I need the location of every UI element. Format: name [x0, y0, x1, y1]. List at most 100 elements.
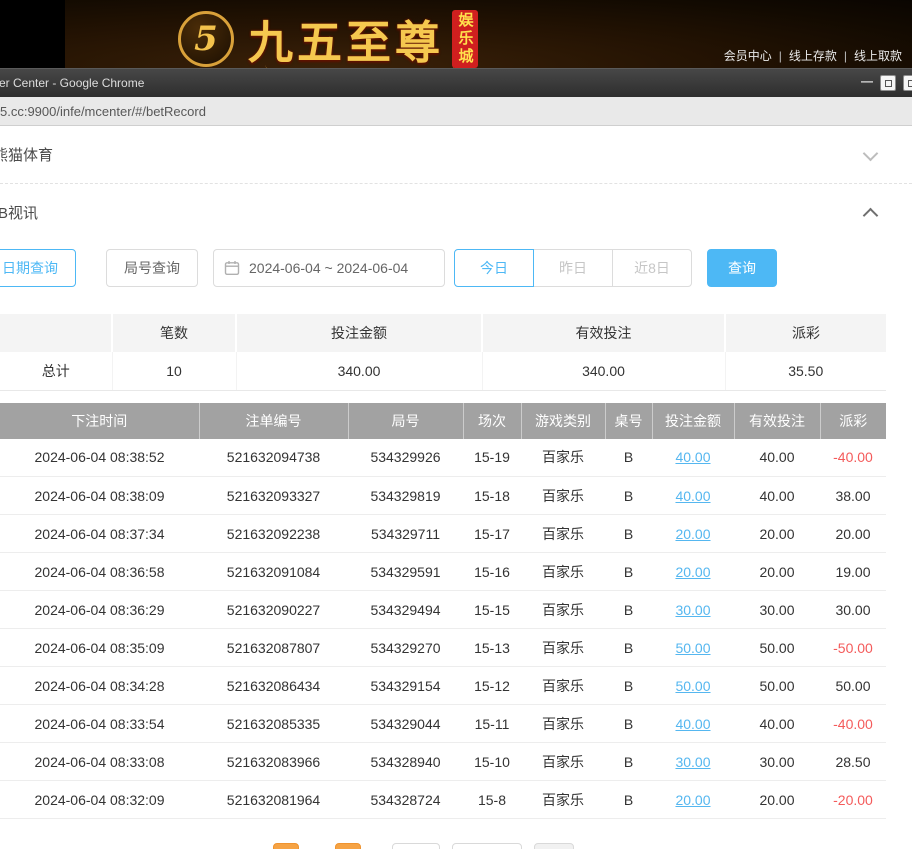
cell-order-number: 521632085335	[199, 704, 348, 743]
cell-round-number: 534329711	[348, 514, 463, 553]
bet-table-body: 2024-06-04 08:38:52 521632094738 5343299…	[0, 438, 886, 819]
bet-amount-link[interactable]: 50.00	[675, 678, 710, 694]
bet-amount-link[interactable]: 40.00	[675, 449, 710, 465]
cell-round-number: 534329926	[348, 438, 463, 477]
bet-amount-link[interactable]: 50.00	[675, 640, 710, 656]
cell-order-number: 521632090227	[199, 590, 348, 629]
date-range-picker[interactable]: 2024-06-04 ~ 2024-06-04	[213, 249, 445, 287]
cell-game-type: 百家乐	[521, 742, 605, 781]
minimize-icon[interactable]: —	[861, 74, 873, 92]
bet-amount-link[interactable]: 20.00	[675, 526, 710, 542]
cell-game-type: 百家乐	[521, 780, 605, 819]
pagination-next-button[interactable]	[392, 843, 440, 849]
table-row: 2024-06-04 08:37:34 521632092238 5343297…	[0, 514, 886, 553]
cell-payout: -50.00	[820, 628, 886, 667]
bet-amount-link[interactable]: 30.00	[675, 754, 710, 770]
nav-online-deposit-link[interactable]: 线上存款	[789, 49, 837, 63]
cell-game-type: 百家乐	[521, 476, 605, 515]
pagination-page-button[interactable]	[335, 843, 361, 849]
cell-table-number: B	[605, 514, 652, 553]
cell-round-number: 534329044	[348, 704, 463, 743]
logo-badge: 娱乐城	[452, 9, 479, 68]
section-panda-title: 熊猫体育	[0, 147, 54, 164]
chrome-titlebar: er Center - Google Chrome —	[0, 68, 912, 97]
nav-member-center-link[interactable]: 会员中心	[724, 49, 772, 63]
chevron-down-icon[interactable]	[862, 145, 879, 162]
cell-session: 15-18	[463, 476, 521, 515]
cell-round-number: 534329591	[348, 552, 463, 591]
cell-payout: -20.00	[820, 780, 886, 819]
last-8-days-button[interactable]: 近8日	[612, 249, 692, 287]
search-button[interactable]: 查询	[707, 249, 777, 287]
cell-order-number: 521632087807	[199, 628, 348, 667]
cell-valid-bet: 50.00	[734, 666, 820, 705]
section-bb-video[interactable]: BB视讯	[0, 184, 912, 240]
cell-order-number: 521632086434	[199, 666, 348, 705]
cell-bet-time: 2024-06-04 08:32:09	[0, 780, 199, 819]
bet-amount-link[interactable]: 20.00	[675, 564, 710, 580]
bet-amount-link[interactable]: 40.00	[675, 716, 710, 732]
cell-payout: -40.00	[820, 438, 886, 477]
table-row: 2024-06-04 08:38:52 521632094738 5343299…	[0, 438, 886, 477]
cell-bet-time: 2024-06-04 08:36:29	[0, 590, 199, 629]
yesterday-button[interactable]: 昨日	[533, 249, 613, 287]
date-query-button[interactable]: 日期查询	[0, 249, 76, 287]
cell-valid-bet: 50.00	[734, 628, 820, 667]
cell-valid-bet: 40.00	[734, 476, 820, 515]
cell-payout: -40.00	[820, 704, 886, 743]
col-header-table-number: 桌号	[605, 402, 653, 439]
cell-game-type: 百家乐	[521, 438, 605, 477]
close-window-icon[interactable]	[903, 75, 912, 91]
bet-amount-link[interactable]: 20.00	[675, 792, 710, 808]
window-title: er Center - Google Chrome	[0, 76, 145, 90]
bet-record-table: 下注时间 注单编号 局号 场次 游戏类别 桌号 投注金额 有效投注 派彩 202…	[0, 402, 886, 819]
pagination-prev-button[interactable]	[273, 843, 299, 849]
summary-header-count: 笔数	[112, 314, 237, 352]
cell-game-type: 百家乐	[521, 552, 605, 591]
cell-table-number: B	[605, 590, 652, 629]
cell-table-number: B	[605, 704, 652, 743]
cell-bet-amount: 40.00	[652, 438, 734, 477]
quick-date-button-group: 今日 昨日 近8日	[454, 249, 692, 287]
cell-order-number: 521632081964	[199, 780, 348, 819]
col-header-game-type: 游戏类别	[521, 402, 606, 439]
restore-window-icon[interactable]	[880, 75, 896, 91]
today-button[interactable]: 今日	[454, 249, 534, 287]
cell-round-number: 534329270	[348, 628, 463, 667]
bet-amount-link[interactable]: 30.00	[675, 602, 710, 618]
banner-nav: 会员中心 | 线上存款 | 线上取款	[724, 47, 902, 64]
cell-bet-amount: 40.00	[652, 704, 734, 743]
url-text[interactable]: 5.cc:9900/infe/mcenter/#/betRecord	[0, 104, 206, 119]
summary-header-bet-amount: 投注金额	[236, 314, 483, 352]
cell-session: 15-8	[463, 780, 521, 819]
page-content: 熊猫体育 BB视讯 日期查询 局号查询 2024-06-04 ~ 2024-06…	[0, 126, 912, 849]
chevron-up-icon[interactable]	[862, 207, 879, 224]
cell-bet-amount: 30.00	[652, 742, 734, 781]
pagination-page-size-select[interactable]	[452, 843, 522, 849]
cell-bet-amount: 30.00	[652, 590, 734, 629]
col-header-bet-amount: 投注金额	[652, 402, 735, 439]
pagination-jump-input[interactable]	[534, 843, 574, 849]
section-panda-sports[interactable]: 熊猫体育	[0, 126, 912, 184]
bet-table-header-row: 下注时间 注单编号 局号 场次 游戏类别 桌号 投注金额 有效投注 派彩	[0, 402, 886, 439]
chrome-urlbar[interactable]: 5.cc:9900/infe/mcenter/#/betRecord	[0, 97, 912, 126]
cell-table-number: B	[605, 780, 652, 819]
cell-session: 15-13	[463, 628, 521, 667]
logo-circle-digit: 5	[194, 18, 218, 59]
cell-bet-time: 2024-06-04 08:36:58	[0, 552, 199, 591]
summary-total-count: 10	[112, 352, 237, 391]
cell-round-number: 534328724	[348, 780, 463, 819]
round-query-button[interactable]: 局号查询	[106, 249, 198, 287]
bet-amount-link[interactable]: 40.00	[675, 488, 710, 504]
cell-bet-time: 2024-06-04 08:33:54	[0, 704, 199, 743]
calendar-icon	[224, 261, 240, 275]
cell-bet-time: 2024-06-04 08:34:28	[0, 666, 199, 705]
site-banner: 5 九五至尊 娱乐城 会员中心 | 线上存款 | 线上取款	[0, 0, 912, 68]
col-header-session: 场次	[463, 402, 522, 439]
col-header-payout: 派彩	[820, 402, 886, 439]
nav-online-withdraw-link[interactable]: 线上取款	[854, 49, 902, 63]
nav-separator: |	[778, 49, 782, 63]
nav-separator: |	[843, 49, 847, 63]
cell-session: 15-19	[463, 438, 521, 477]
summary-header-valid-bet: 有效投注	[482, 314, 726, 352]
